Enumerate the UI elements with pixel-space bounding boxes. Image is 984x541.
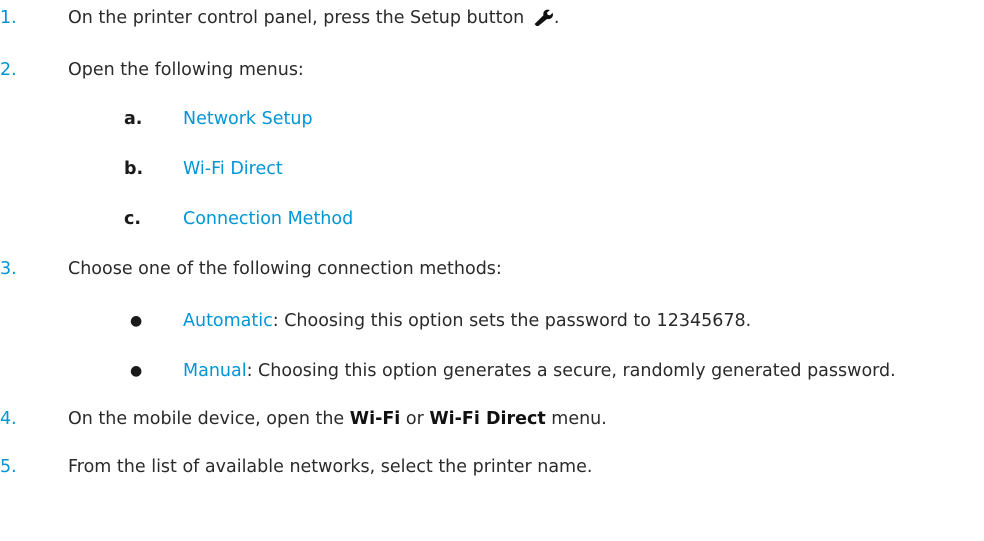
option-description: : Choosing this option generates a secur…	[246, 361, 896, 381]
wrench-icon	[534, 9, 553, 26]
bullet-icon: ●	[130, 313, 143, 329]
step-text-part: On the printer control panel, press the …	[68, 8, 525, 28]
step-number: 5.	[0, 457, 17, 477]
bullet-text: Automatic: Choosing this option sets the…	[183, 307, 751, 335]
bullet-text: Manual: Choosing this option generates a…	[183, 357, 896, 385]
step-text: From the list of available networks, sel…	[68, 457, 593, 477]
step-text-part: or	[400, 409, 430, 429]
wifi-menu-label: Wi-Fi	[349, 409, 401, 429]
step-number: 3.	[0, 259, 17, 279]
bullet-icon: ●	[130, 363, 143, 379]
step-number: 4.	[0, 409, 17, 429]
substep-letter: a.	[124, 109, 143, 129]
option-link-automatic[interactable]: Automatic	[183, 311, 273, 331]
step-text-part: menu.	[545, 409, 607, 429]
substep-letter: c.	[124, 209, 142, 229]
step-text: Open the following menus:	[68, 60, 304, 80]
wifi-direct-menu-label: Wi-Fi Direct	[429, 409, 546, 429]
option-description: : Choosing this option sets the password…	[272, 311, 752, 331]
step-text: On the mobile device, open the Wi-Fi or …	[68, 405, 607, 433]
menu-link-network-setup[interactable]: Network Setup	[183, 105, 313, 133]
option-link-manual[interactable]: Manual	[183, 361, 247, 381]
step-text-part: On the mobile device, open the	[68, 409, 350, 429]
step-text-part: .	[553, 8, 560, 28]
menu-link-wifi-direct[interactable]: Wi-Fi Direct	[183, 155, 283, 183]
step-number: 2.	[0, 60, 17, 80]
step-number: 1.	[0, 8, 17, 28]
substep-letter: b.	[124, 159, 144, 179]
menu-link-connection-method[interactable]: Connection Method	[183, 205, 353, 233]
step-text: Choose one of the following connection m…	[68, 259, 502, 279]
step-text: On the printer control panel, press the …	[68, 4, 559, 32]
